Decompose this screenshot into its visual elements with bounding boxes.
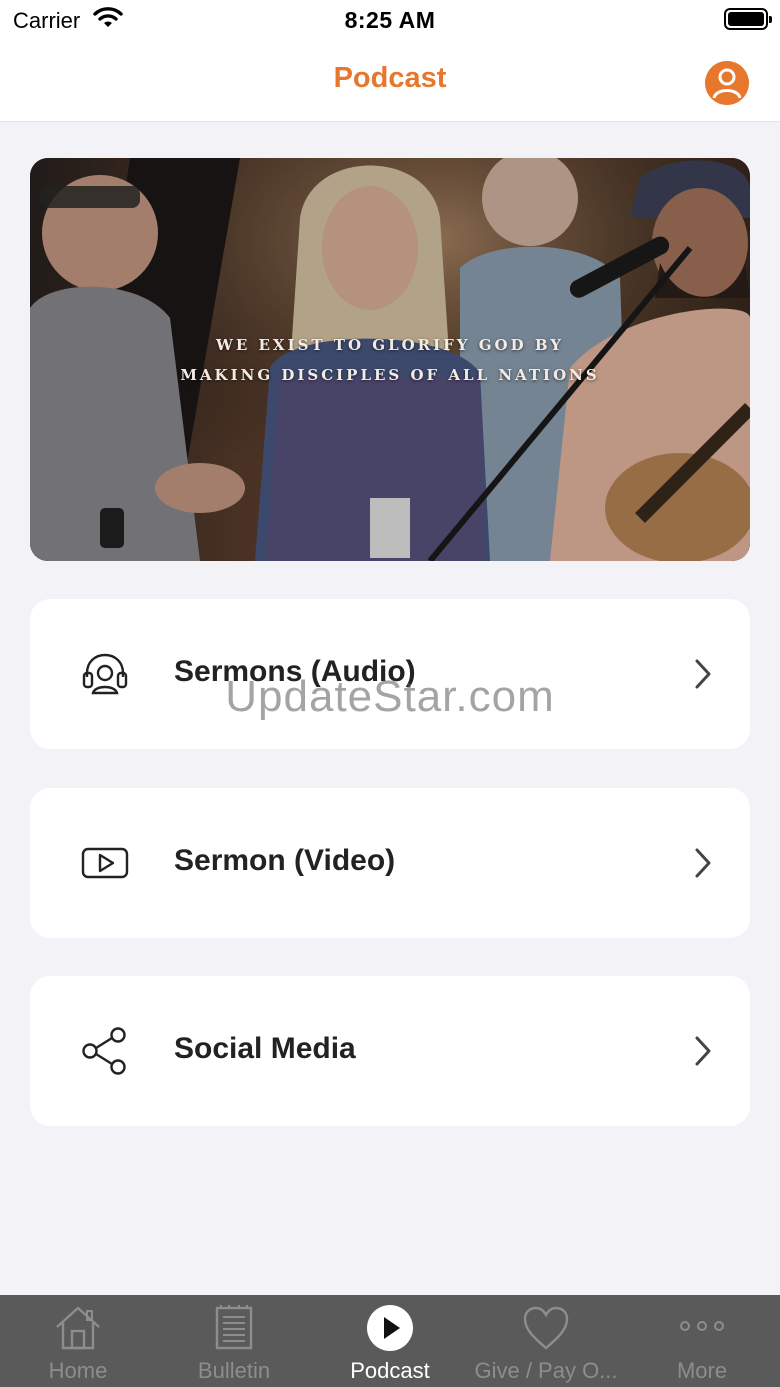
person-icon — [705, 61, 749, 105]
more-dots-icon — [677, 1303, 727, 1353]
tab-label: Give / Pay O... — [474, 1358, 618, 1383]
home-icon — [53, 1303, 103, 1353]
menu-item-sermon-video[interactable]: Sermon (Video) — [30, 788, 750, 938]
nav-bar: Podcast — [0, 42, 780, 122]
banner-photo — [30, 158, 750, 561]
profile-button[interactable] — [705, 61, 749, 105]
tab-give[interactable]: Give / Pay O... — [468, 1295, 624, 1387]
share-icon — [80, 1026, 130, 1076]
tab-label: Podcast — [350, 1358, 430, 1383]
menu-item-label: Sermon (Video) — [174, 844, 396, 877]
bulletin-icon — [209, 1303, 259, 1353]
tab-podcast[interactable]: Podcast — [312, 1295, 468, 1387]
menu-item-social-media[interactable]: Social Media — [30, 976, 750, 1126]
video-play-icon — [80, 838, 130, 888]
page-title: Podcast — [333, 62, 447, 94]
banner-line-2: MAKING DISCIPLES OF ALL NATIONS — [180, 366, 600, 384]
hero-banner: WE EXIST TO GLORIFY GOD BY MAKING DISCIP… — [30, 158, 750, 561]
banner-line-1: WE EXIST TO GLORIFY GOD BY — [216, 336, 564, 354]
heart-icon — [521, 1303, 571, 1353]
watermark: UpdateStar.com — [225, 672, 555, 721]
tab-bar: Home Bulletin Podcast Give / Pay O... Mo… — [0, 1295, 780, 1387]
tab-home[interactable]: Home — [0, 1295, 156, 1387]
tab-label: Home — [48, 1358, 108, 1383]
chevron-right-icon — [692, 846, 714, 880]
clock: 8:25 AM — [344, 7, 436, 33]
play-circle-icon — [365, 1303, 415, 1353]
chevron-right-icon — [692, 1034, 714, 1068]
tab-label: Bulletin — [197, 1358, 271, 1383]
tab-label: More — [676, 1358, 728, 1383]
tab-bulletin[interactable]: Bulletin — [156, 1295, 312, 1387]
status-bar: Carrier 8:25 AM — [0, 0, 780, 42]
tab-more[interactable]: More — [624, 1295, 780, 1387]
menu-item-label: Social Media — [174, 1032, 356, 1065]
battery-icon — [724, 8, 772, 30]
